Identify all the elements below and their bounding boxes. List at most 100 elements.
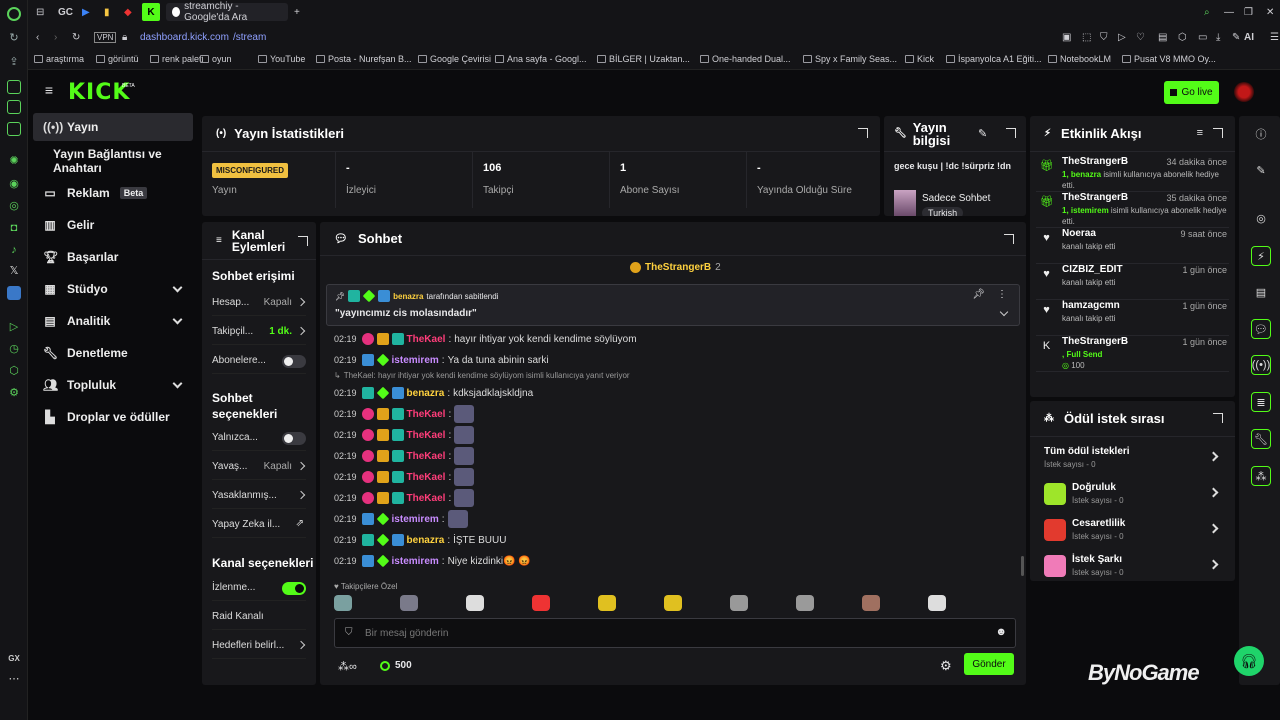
- bookmark-item[interactable]: NotebookLM: [1048, 54, 1111, 64]
- search-icon[interactable]: ⌕: [1204, 3, 1210, 21]
- maximize-button[interactable]: ❐: [1244, 3, 1253, 21]
- info-icon[interactable]: ⓘ: [1251, 124, 1271, 144]
- bookmark-item[interactable]: YouTube: [258, 54, 305, 64]
- vpn-badge[interactable]: VPN: [94, 32, 117, 43]
- page-icon[interactable]: ▤: [1158, 28, 1167, 46]
- edit-icon[interactable]: ✎: [978, 127, 987, 140]
- bookmark-item[interactable]: One-handed Dual...: [700, 54, 791, 64]
- emoji-icon[interactable]: ☻: [995, 626, 1007, 638]
- top-gifter[interactable]: TheStrangerB 2: [630, 262, 721, 273]
- bookmark-item[interactable]: görüntü: [96, 54, 139, 64]
- cube-icon[interactable]: ⬡: [1178, 28, 1187, 46]
- toggle-switch[interactable]: [282, 355, 306, 368]
- bookmark-item[interactable]: Spy x Family Seas...: [803, 54, 897, 64]
- points-display[interactable]: 500: [380, 660, 412, 671]
- settings-icon[interactable]: ✺: [7, 154, 21, 168]
- discord-icon[interactable]: ◎: [7, 199, 21, 213]
- channel-action-row[interactable]: Takipçil... 1 dk.: [212, 319, 306, 345]
- puzzle-icon[interactable]: ⬡: [7, 364, 21, 378]
- camera-icon[interactable]: ▣: [1062, 28, 1071, 46]
- go-live-button[interactable]: Go live: [1164, 81, 1219, 104]
- reward-icon[interactable]: ⁂: [1251, 466, 1271, 486]
- shield-icon[interactable]: ⛉: [1100, 28, 1108, 46]
- game-icon[interactable]: ⊟: [36, 3, 44, 21]
- heart-icon[interactable]: ♡: [1136, 28, 1145, 46]
- picture-icon[interactable]: [7, 100, 21, 114]
- channel-action-row[interactable]: Raid Kanalı: [212, 604, 306, 630]
- scrollbar[interactable]: [1021, 556, 1024, 576]
- forward-icon[interactable]: ›: [54, 28, 57, 46]
- sidebar-item-topluluk[interactable]: 👥︎ Topluluk: [33, 371, 193, 399]
- chat-message[interactable]: 02:19 benazra: İŞTE BUUU: [334, 531, 1016, 549]
- channel-action-row[interactable]: Hesap... Kapalı: [212, 290, 306, 316]
- wrench-icon[interactable]: 🔧︎: [1251, 429, 1271, 449]
- image-icon[interactable]: [7, 80, 21, 94]
- minimize-button[interactable]: —: [1224, 3, 1234, 21]
- settings-gear-icon[interactable]: ⚙: [940, 658, 952, 674]
- tab-active[interactable]: streamchiy - Google'da Ara: [166, 1, 288, 23]
- reward-row[interactable]: Doğruluk İstek sayısı - 0: [1044, 479, 1221, 513]
- activity-event[interactable]: K TheStrangerB 1 gün önce , Full Send ◎ 100: [1036, 336, 1229, 372]
- reward-row[interactable]: Cesaretlilik İstek sayısı - 0: [1044, 515, 1221, 549]
- chat-message[interactable]: 02:19 TheKael:: [334, 426, 1016, 444]
- bookmark-item[interactable]: Posta - Nurefşan B...: [316, 54, 412, 64]
- activity-event[interactable]: ♥ Noeraa 9 saat önce kanalı takip etti: [1036, 228, 1229, 264]
- bookmark-item[interactable]: Ana sayfa - Googl...: [495, 54, 587, 64]
- channel-action-row[interactable]: Yapay Zeka il... ⇗: [212, 512, 306, 538]
- message-username[interactable]: istemirem: [392, 355, 439, 366]
- channel-action-row[interactable]: Yavaş... Kapalı: [212, 454, 306, 480]
- bookmark-item[interactable]: oyun: [200, 54, 232, 64]
- download-icon[interactable]: ⤓: [1216, 28, 1220, 46]
- all-rewards-row[interactable]: Tüm ödül istekleri İstek sayısı - 0: [1044, 443, 1221, 477]
- sidebar-item-stream-key[interactable]: Yayın Bağlantısı ve Anahtarı: [43, 147, 213, 175]
- support-button[interactable]: 🎧︎: [1234, 646, 1264, 676]
- document-icon[interactable]: ▤: [1251, 282, 1271, 302]
- activity-event[interactable]: 🎁︎ TheStrangerB 34 dakika önce 1, benazra i…: [1036, 156, 1229, 192]
- hamburger-menu-icon[interactable]: ≡: [42, 82, 56, 98]
- bookmark-item[interactable]: Kick: [905, 54, 934, 64]
- emote-icon[interactable]: [466, 595, 484, 611]
- chevron-down-icon[interactable]: [999, 307, 1009, 317]
- chat-message[interactable]: 02:19 TheKael:: [334, 405, 1016, 423]
- tiktok-icon[interactable]: ♪: [7, 243, 21, 257]
- bookmark-item[interactable]: Google Çevirisi: [418, 54, 491, 64]
- instagram-icon[interactable]: ◘: [7, 221, 21, 235]
- expand-icon[interactable]: [1213, 128, 1223, 138]
- message-username[interactable]: TheKael: [407, 409, 446, 420]
- filter-icon[interactable]: ≡: [1197, 127, 1203, 139]
- channel-action-row[interactable]: Abonelere...: [212, 348, 306, 374]
- x-icon[interactable]: 𝕏: [7, 264, 21, 278]
- chat-message[interactable]: 02:19 istemirem: Ya da tuna abinin sarki: [334, 351, 1016, 369]
- expand-icon[interactable]: [858, 128, 868, 138]
- emote-icon[interactable]: [598, 595, 616, 611]
- play-icon[interactable]: ▷: [7, 320, 21, 334]
- expand-icon[interactable]: [298, 236, 308, 246]
- chat-message[interactable]: 02:19 TheKael:: [334, 468, 1016, 486]
- more-icon[interactable]: ⋯: [7, 672, 21, 686]
- new-tab-button[interactable]: +: [294, 3, 300, 21]
- chat-icon[interactable]: 💬︎: [1251, 319, 1271, 339]
- more-options-icon[interactable]: ⋮: [997, 289, 1007, 300]
- upload-icon[interactable]: ⇪: [7, 55, 21, 69]
- whatsapp-icon[interactable]: ◉: [7, 177, 21, 191]
- expand-icon[interactable]: [1213, 413, 1223, 423]
- folder-icon[interactable]: ▭: [1198, 28, 1207, 46]
- ai-button[interactable]: AI: [1244, 28, 1254, 46]
- clock-icon[interactable]: ◷: [7, 342, 21, 356]
- back-icon[interactable]: ‹: [36, 28, 39, 46]
- message-username[interactable]: TheKael: [407, 472, 446, 483]
- list-icon[interactable]: ≣: [1251, 392, 1271, 412]
- tab-ext-icon[interactable]: ◆: [124, 3, 132, 21]
- channel-action-row[interactable]: Yalnızca...: [212, 425, 306, 451]
- expand-icon[interactable]: [1006, 128, 1016, 138]
- message-username[interactable]: TheKael: [407, 334, 446, 345]
- bookmark-item[interactable]: araştırma: [34, 54, 84, 64]
- channel-action-row[interactable]: İzlenme...: [212, 575, 306, 601]
- chat-message[interactable]: 02:19 TheKael: hayır ihtiyar yok kendi ken…: [334, 330, 1016, 348]
- opera-logo-icon[interactable]: [7, 7, 21, 21]
- emote-icon[interactable]: [730, 595, 748, 611]
- tab-gc[interactable]: GC: [58, 3, 73, 21]
- sidebar-item-droplar[interactable]: ▙ Droplar ve ödüller: [33, 403, 193, 431]
- message-username[interactable]: istemirem: [392, 556, 439, 567]
- tab-bar-icon[interactable]: ▮: [104, 3, 110, 21]
